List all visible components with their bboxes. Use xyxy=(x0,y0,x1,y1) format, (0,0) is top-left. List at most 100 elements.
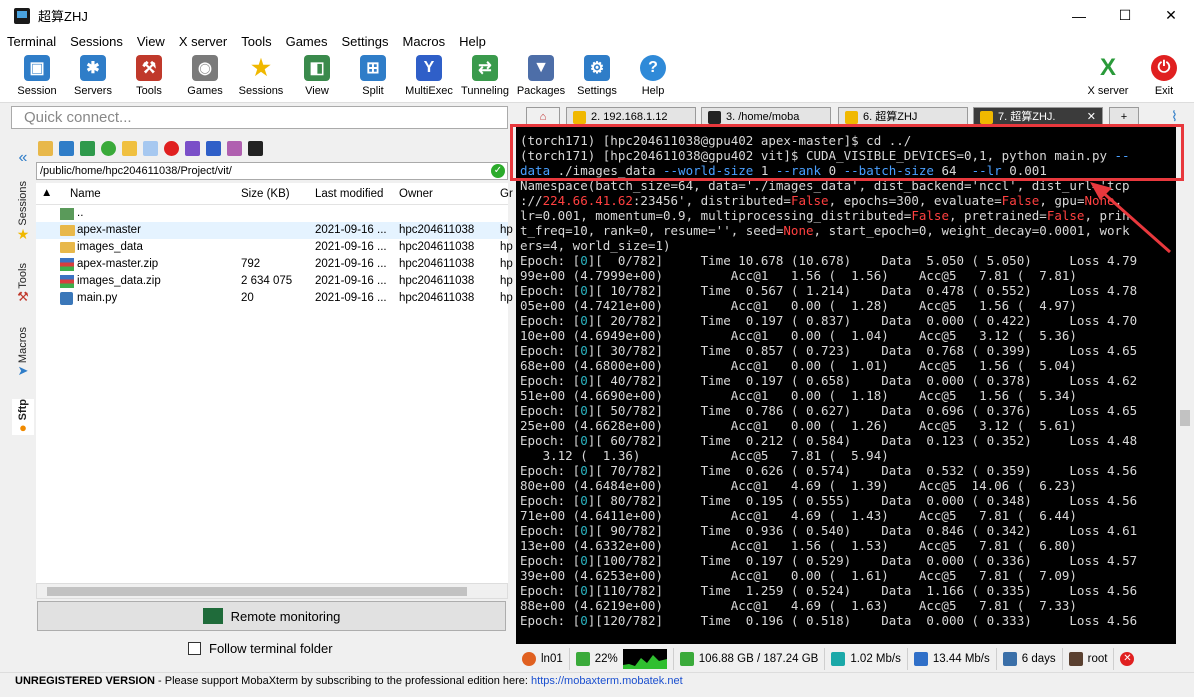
exit-button[interactable]: ⏻ Exit xyxy=(1136,53,1192,97)
tunneling-button[interactable]: ⇄ Tunneling xyxy=(457,53,513,97)
menu-games[interactable]: Games xyxy=(279,34,335,49)
menu-sessions[interactable]: Sessions xyxy=(63,34,130,49)
file-row[interactable]: apex-master.zip 792 2021-09-16 ... hpc20… xyxy=(36,256,513,273)
tools-icon: ⚒ xyxy=(136,55,162,81)
file-row[interactable]: main.py 20 2021-09-16 ... hpc204611038 h… xyxy=(36,290,513,307)
packages-button[interactable]: ▼ Packages xyxy=(513,53,569,97)
horizontal-scrollbar[interactable] xyxy=(36,583,508,599)
session-button[interactable]: ▣ Session xyxy=(9,53,65,97)
sftp-path-input[interactable]: /public/home/hpc204611038/Project/vit/ ✓ xyxy=(36,162,508,180)
permissions-icon[interactable] xyxy=(206,140,221,156)
side-tab-macros[interactable]: Macros ➤ xyxy=(12,327,34,379)
home-tab[interactable]: ⌂ xyxy=(526,107,560,127)
download-arrow-icon xyxy=(913,652,928,666)
terminal-line: 88e+00 (4.6219e+00) Acc@1 4.69 ( 1.63) A… xyxy=(520,598,1077,613)
download-icon[interactable] xyxy=(59,140,74,156)
quick-connect-input[interactable]: Quick connect... xyxy=(11,106,508,129)
close-tab-icon[interactable]: ✕ xyxy=(1087,108,1096,127)
help-button[interactable]: ? Help xyxy=(625,53,681,97)
menu-macros[interactable]: Macros xyxy=(395,34,452,49)
tunneling-icon: ⇄ xyxy=(472,55,498,81)
tools-icon: ⚒ xyxy=(17,288,29,304)
menu-help[interactable]: Help xyxy=(452,34,493,49)
column-size[interactable]: Size (KB) xyxy=(241,188,290,200)
checkbox[interactable] xyxy=(188,642,201,655)
side-tab-sftp[interactable]: Sftp ● xyxy=(12,399,34,436)
terminal-line: Epoch: [0][ 10/782] Time 0.567 ( 1.214) … xyxy=(520,283,1138,298)
file-row[interactable]: images_data.zip 2 634 075 2021-09-16 ...… xyxy=(36,273,513,290)
app-icon xyxy=(14,7,30,24)
tools-button[interactable]: ⚒ Tools xyxy=(121,53,177,97)
column-modified[interactable]: Last modified xyxy=(315,188,383,200)
tab-session-7[interactable]: 7. 超算ZHJ. ✕ xyxy=(973,107,1103,127)
menu-view[interactable]: View xyxy=(130,34,172,49)
terminal-scrollbar[interactable] xyxy=(1176,126,1194,644)
maximize-button[interactable]: ☐ xyxy=(1102,0,1148,31)
terminal-line: 51e+00 (4.6690e+00) Acc@1 0.00 ( 1.18) A… xyxy=(520,388,1077,403)
terminal-line: Epoch: [0][ 80/782] Time 0.195 ( 0.555) … xyxy=(520,493,1138,508)
file-row[interactable]: apex-master 2021-09-16 ... hpc204611038 … xyxy=(36,222,513,239)
cpu-icon xyxy=(575,652,590,666)
terminal-icon[interactable] xyxy=(248,140,263,156)
tab-session-3[interactable]: 3. /home/moba xyxy=(701,107,831,127)
parent-folder-icon[interactable] xyxy=(38,140,53,156)
disconnect-button[interactable]: ✕ xyxy=(1114,648,1140,670)
sessions-button[interactable]: ★ Sessions xyxy=(233,53,289,97)
servers-button[interactable]: ✱ Servers xyxy=(65,53,121,97)
column-group[interactable]: Gr xyxy=(500,188,513,200)
terminal-line: (torch171) [hpc204611038@gpu402 apex-mas… xyxy=(520,133,912,148)
zip-file-icon xyxy=(60,275,74,288)
refresh-icon[interactable] xyxy=(101,140,116,156)
minimize-button[interactable]: — xyxy=(1056,0,1102,31)
menu-tools[interactable]: Tools xyxy=(234,34,278,49)
column-owner[interactable]: Owner xyxy=(399,188,433,200)
follow-terminal-folder-checkbox[interactable]: Follow terminal folder xyxy=(188,641,333,656)
terminal-line: Epoch: [0][ 40/782] Time 0.197 ( 0.658) … xyxy=(520,373,1138,388)
check-icon[interactable]: ✓ xyxy=(491,164,505,178)
terminal-line: 80e+00 (4.6484e+00) Acc@1 4.69 ( 1.39) A… xyxy=(520,478,1077,493)
disk-icon xyxy=(679,652,694,666)
delete-icon[interactable] xyxy=(164,140,179,156)
side-tab-sessions[interactable]: Sessions ★ xyxy=(12,181,34,243)
menu-settings[interactable]: Settings xyxy=(335,34,396,49)
remote-monitoring-button[interactable]: Remote monitoring xyxy=(37,601,506,631)
status-user: root xyxy=(1063,648,1115,670)
file-row[interactable]: images_data 2021-09-16 ... hpc204611038 … xyxy=(36,239,513,256)
tab-session-6[interactable]: 6. 超算ZHJ xyxy=(838,107,968,127)
upload-icon[interactable] xyxy=(80,140,95,156)
ssh-icon xyxy=(573,111,586,124)
attach-icon[interactable]: ⌇ xyxy=(1171,108,1178,125)
terminal-line: 68e+00 (4.6800e+00) Acc@1 0.00 ( 1.01) A… xyxy=(520,358,1077,373)
new-file-icon[interactable] xyxy=(143,140,158,156)
multiexec-button[interactable]: Y MultiExec xyxy=(401,53,457,97)
sftp-panel: Quick connect... « Sessions ★ Tools ⚒ Macr… xyxy=(8,103,513,674)
new-tab-button[interactable]: + xyxy=(1109,107,1139,127)
terminal-line: Namespace(batch_size=64, data='./images_… xyxy=(520,178,1130,193)
title-bar: 超算ZHJ — ☐ ✕ xyxy=(0,0,1194,31)
new-folder-icon[interactable] xyxy=(122,140,137,156)
collapse-icon[interactable]: « xyxy=(12,149,34,167)
x-server-button[interactable]: XX server xyxy=(1080,53,1136,97)
games-button[interactable]: ◉ Games xyxy=(177,53,233,97)
terminal-output[interactable]: (torch171) [hpc204611038@gpu402 apex-mas… xyxy=(516,126,1176,644)
settings-button[interactable]: ⚙ Settings xyxy=(569,53,625,97)
view-button[interactable]: ◧ View xyxy=(289,53,345,97)
mobatek-link[interactable]: https://mobaxterm.mobatek.net xyxy=(531,675,683,687)
file-row-parent[interactable]: .. xyxy=(36,205,508,222)
status-disk: 106.88 GB / 187.24 GB xyxy=(674,648,826,670)
menu-x-server[interactable]: X server xyxy=(172,34,234,49)
scrollbar-thumb[interactable] xyxy=(47,587,467,596)
rename-icon[interactable] xyxy=(185,140,200,156)
close-button[interactable]: ✕ xyxy=(1148,0,1194,31)
split-button[interactable]: ⊞ Split xyxy=(345,53,401,97)
zip-file-icon xyxy=(60,258,74,271)
menu-terminal[interactable]: Terminal xyxy=(0,34,63,49)
side-tab-tools[interactable]: Tools ⚒ xyxy=(12,263,34,305)
tab-session-2[interactable]: 2. 192.168.1.12 xyxy=(566,107,696,127)
scrollbar-thumb[interactable] xyxy=(1180,410,1190,426)
column-name[interactable]: Name xyxy=(70,188,101,200)
user-icon xyxy=(1068,652,1083,666)
magic-icon[interactable] xyxy=(227,140,242,156)
main-toolbar: ▣ Session ✱ Servers ⚒ Tools ◉ Games ★ Session… xyxy=(0,51,1194,103)
terminal-line: Epoch: [0][ 50/782] Time 0.786 ( 0.627) … xyxy=(520,403,1138,418)
